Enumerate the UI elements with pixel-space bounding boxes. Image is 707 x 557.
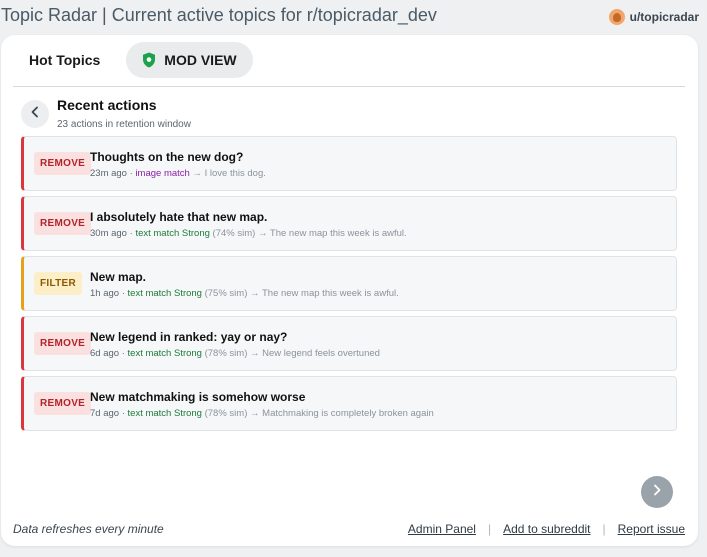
- matched-topic: The new map this week is awful.: [269, 228, 407, 239]
- meta-separator: ·: [121, 348, 125, 359]
- meta-separator: ·: [129, 228, 133, 239]
- matched-topic: Matchmaking is completely broken again: [262, 408, 434, 419]
- arrow: →: [192, 168, 202, 179]
- admin-panel-link[interactable]: Admin Panel: [408, 522, 476, 536]
- meta-separator: ·: [129, 168, 133, 179]
- action-title: New legend in ranked: yay or nay?: [90, 330, 288, 344]
- link-separator: |: [602, 522, 606, 536]
- report-issue-link[interactable]: Report issue: [618, 522, 685, 536]
- match-type: text match Strong: [127, 408, 202, 419]
- matched-topic: I love this dog.: [204, 168, 266, 179]
- action-item[interactable]: REMOVE I absolutely hate that new map. 3…: [21, 196, 677, 251]
- action-time: 30m ago: [90, 228, 127, 239]
- match-type: text match Strong: [127, 288, 202, 299]
- next-page-button[interactable]: [641, 476, 673, 508]
- tab-label: MOD VIEW: [164, 52, 237, 68]
- chevron-left-icon: [30, 105, 40, 123]
- matched-topic: The new map this week is awful.: [261, 288, 399, 299]
- back-button[interactable]: [21, 100, 49, 128]
- link-separator: |: [487, 522, 492, 536]
- action-meta: 23m ago · image match → I love this dog.: [90, 168, 266, 179]
- action-meta: 30m ago · text match Strong (74% sim) → …: [90, 228, 407, 239]
- arrow: →: [257, 228, 268, 239]
- refresh-note: Data refreshes every minute: [13, 522, 164, 536]
- arrow: →: [250, 408, 260, 419]
- action-title: New matchmaking is somehow worse: [90, 390, 306, 404]
- action-title: Thoughts on the new dog?: [90, 150, 244, 164]
- action-item[interactable]: FILTER New map. 1h ago · text match Stro…: [21, 256, 677, 311]
- meta-separator: ·: [121, 408, 125, 419]
- action-badge: REMOVE: [34, 212, 92, 235]
- username: u/topicradar: [629, 10, 699, 24]
- actions-list: REMOVE Thoughts on the new dog? 23m ago …: [21, 136, 677, 431]
- match-type: image match: [135, 168, 190, 179]
- action-badge: REMOVE: [34, 152, 92, 175]
- arrow: →: [250, 288, 260, 299]
- action-title: I absolutely hate that new map.: [90, 210, 268, 224]
- tab-divider: [13, 86, 685, 87]
- chevron-right-icon: [652, 483, 662, 501]
- action-time: 1h ago: [90, 288, 120, 299]
- action-title: New map.: [90, 270, 147, 284]
- app-title: Topic Radar | Current active topics for …: [1, 5, 437, 25]
- section-subtitle: 23 actions in retention window: [57, 119, 191, 130]
- action-time: 7d ago: [90, 408, 120, 419]
- arrow: →: [250, 348, 260, 359]
- similarity: (78% sim): [204, 408, 248, 419]
- action-badge: FILTER: [34, 272, 83, 295]
- top-bar: Topic Radar | Current active topics for …: [0, 0, 707, 34]
- user-menu[interactable]: u/topicradar: [608, 9, 699, 25]
- tab-hot-topics[interactable]: Hot Topics: [13, 42, 116, 78]
- tab-bar: Hot Topics MOD VIEW: [13, 41, 685, 79]
- tab-label: Hot Topics: [29, 52, 101, 68]
- action-badge: REMOVE: [34, 332, 92, 355]
- action-time: 23m ago: [90, 168, 127, 179]
- matched-topic: New legend feels overtuned: [262, 348, 380, 359]
- action-item[interactable]: REMOVE New matchmaking is somehow worse …: [21, 376, 677, 431]
- add-to-subreddit-link[interactable]: Add to subreddit: [503, 522, 590, 536]
- tab-mod-view[interactable]: MOD VIEW: [126, 42, 253, 78]
- match-type: text match Strong: [135, 228, 210, 239]
- similarity: (75% sim): [204, 288, 248, 299]
- action-meta: 6d ago · text match Strong (78% sim) → N…: [90, 348, 380, 359]
- action-time: 6d ago: [90, 348, 120, 359]
- shield-check-icon: [142, 52, 156, 68]
- action-item[interactable]: REMOVE Thoughts on the new dog? 23m ago …: [21, 136, 677, 191]
- user-avatar-icon: [608, 9, 625, 25]
- action-item[interactable]: REMOVE New legend in ranked: yay or nay?…: [21, 316, 677, 371]
- main-panel: Hot Topics MOD VIEW Recent actions 23 ac…: [1, 35, 698, 546]
- similarity: (74% sim): [212, 228, 256, 239]
- section-title: Recent actions: [57, 97, 157, 113]
- action-meta: 1h ago · text match Strong (75% sim) → T…: [90, 288, 399, 299]
- footer-links: Admin Panel | Add to subreddit | Report …: [408, 522, 685, 536]
- similarity: (78% sim): [204, 348, 248, 359]
- action-badge: REMOVE: [34, 392, 92, 415]
- action-meta: 7d ago · text match Strong (78% sim) → M…: [90, 408, 434, 419]
- meta-separator: ·: [121, 288, 125, 299]
- match-type: text match Strong: [127, 348, 202, 359]
